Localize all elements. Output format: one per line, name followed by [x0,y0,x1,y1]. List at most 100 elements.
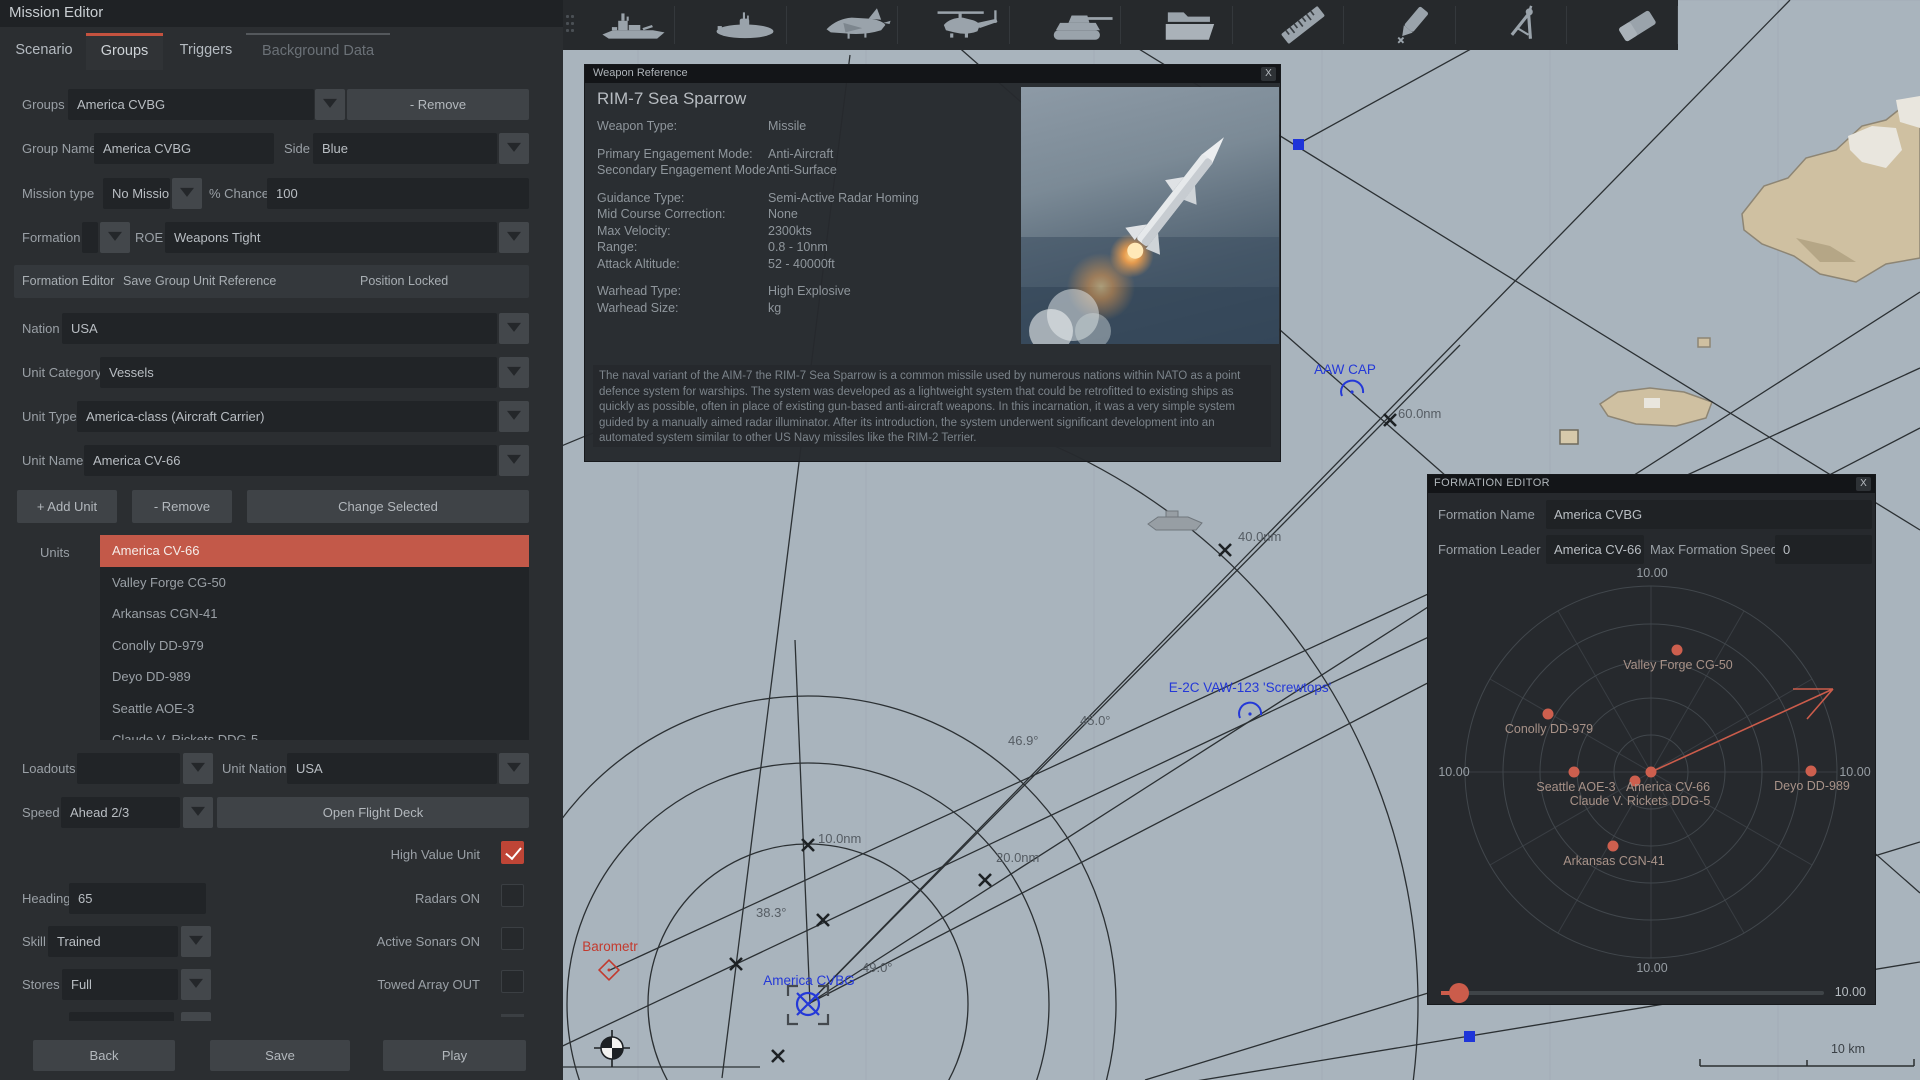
add-unit-button[interactable]: + Add Unit [17,490,117,523]
unit-category-select[interactable]: Vessels [100,357,497,388]
open-flight-deck-button[interactable]: Open Flight Deck [217,797,529,828]
unit-row[interactable]: Deyo DD-989 [100,661,529,693]
side-select[interactable]: Blue [313,133,497,164]
draw-tool-button[interactable] [1359,0,1470,50]
add-aircraft-button[interactable] [801,0,912,50]
mission-type-select[interactable]: No Mission [103,178,170,209]
unit-nation-label: Unit Nation [222,761,287,776]
skill-label: Skill [22,934,46,949]
tab-groups[interactable]: Groups [86,33,163,70]
towed-array-checkbox[interactable] [501,970,524,993]
weapon-photo [1021,87,1279,344]
unit-category-dropdown-button[interactable] [499,357,529,388]
formation-chart[interactable]: 10.00 10.00 10.00 10.00 Valley Forge CG-… [1428,475,1877,1006]
cvbg-contact-icon[interactable] [786,984,830,1026]
change-selected-button[interactable]: Change Selected [247,490,529,523]
roe-dropdown-button[interactable] [499,222,529,253]
save-group-button[interactable]: Save Group [123,265,190,298]
open-scenario-button[interactable] [1135,0,1246,50]
station-dot [1542,708,1554,720]
roe-select[interactable]: Weapons Tight [165,222,497,253]
unit-row[interactable]: Conolly DD-979 [100,630,529,662]
measure-tool-button[interactable] [1247,0,1358,50]
weapon-spec-table: Weapon Type: Missile Primary Engagement M… [597,119,1017,317]
add-helicopter-button[interactable] [912,0,1023,50]
group-name-field[interactable]: America CVBG [94,133,274,164]
side-dropdown-button[interactable] [499,133,529,164]
blue-contact-square-north[interactable] [1293,139,1304,150]
spec-label: Guidance Type: [597,190,685,205]
station-dot [1671,644,1683,656]
unit-row[interactable]: Valley Forge CG-50 [100,567,529,599]
active-sonars-checkbox[interactable] [501,927,524,950]
loadouts-select[interactable] [77,753,180,784]
unit-reference-button[interactable]: Unit Reference [193,265,276,298]
unit-nation-dropdown-button[interactable] [499,753,529,784]
nation-select[interactable]: USA [62,313,497,344]
barometr-contact-icon[interactable] [597,958,621,982]
spec-value: Anti-Aircraft [768,146,834,161]
unit-nation-select[interactable]: USA [287,753,497,784]
range-label-10nm: 10.0nm [818,831,861,846]
stores-select[interactable]: Full [62,969,178,1000]
spec-label: Mid Course Correction: [597,207,726,221]
cvbg-label: America CVBG [763,973,855,988]
add-warship-button[interactable] [578,0,689,50]
weapon-popup-titlebar[interactable]: Weapon Reference X [585,65,1280,83]
formation-label: Formation [22,230,81,245]
unit-row[interactable]: Seattle AOE-3 [100,693,529,725]
speed-dropdown-button[interactable] [183,797,213,828]
slider-value: 10.00 [1834,985,1866,999]
aircraft-icon [826,8,891,39]
tab-background-data[interactable]: Background Data [246,33,390,69]
skill-dropdown-button[interactable] [181,926,211,957]
unit-type-select[interactable]: America-class (Aircraft Carrier) [77,401,497,432]
speed-select[interactable]: Ahead 2/3 [61,797,180,828]
unit-row[interactable]: Claude V. Rickets DDG-5 [100,724,529,740]
station-dot [1568,766,1580,778]
chance-field[interactable]: 100 [267,178,529,209]
formation-select[interactable] [82,222,98,253]
heading-field[interactable]: 65 [69,883,206,914]
station-label: Deyo DD-989 [1774,779,1850,793]
tab-scenario[interactable]: Scenario [6,33,82,67]
mission-type-dropdown-button[interactable] [172,178,202,209]
close-icon[interactable]: X [1261,67,1276,81]
radars-checkbox[interactable] [501,884,524,907]
unit-type-dropdown-button[interactable] [499,401,529,432]
position-locked-toggle[interactable]: Position Locked [360,265,448,298]
add-submarine-button[interactable] [689,0,800,50]
play-button[interactable]: Play [383,1040,526,1071]
remove-unit-button[interactable]: - Remove [132,490,232,523]
formation-editor-button[interactable]: Formation Editor [22,265,114,298]
high-value-unit-checkbox[interactable] [501,841,524,864]
add-tank-button[interactable] [1024,0,1135,50]
save-button[interactable]: Save [210,1040,350,1071]
blue-contact-square-south[interactable] [1464,1031,1475,1042]
groups-select[interactable]: America CVBG [68,89,314,120]
toolbar-drag-handle[interactable] [566,15,576,35]
plot-course-button[interactable] [1470,0,1581,50]
groups-dropdown-button[interactable] [315,89,345,120]
formation-dropdown-button[interactable] [100,222,130,253]
slider-knob[interactable] [1449,983,1469,1003]
loadouts-dropdown-button[interactable] [183,753,213,784]
unit-name-dropdown-button[interactable] [499,445,529,476]
back-button[interactable]: Back [33,1040,175,1071]
groups-label: Groups [22,97,65,112]
formation-spacing-slider[interactable] [1441,991,1824,995]
tab-triggers[interactable]: Triggers [170,33,242,67]
unit-name-select[interactable]: America CV-66 [84,445,497,476]
skill-select[interactable]: Trained [48,926,178,957]
reference-point-icon[interactable] [594,1030,630,1067]
station-dot [1607,840,1619,852]
remove-group-button[interactable]: - Remove [347,89,529,120]
unit-row-selected[interactable]: America CV-66 [100,535,529,567]
nation-dropdown-button[interactable] [499,313,529,344]
range-label-60nm: 60.0nm [1398,406,1441,421]
spec-label: Primary Engagement Mode: [597,146,753,161]
stores-dropdown-button[interactable] [181,969,211,1000]
unit-row[interactable]: Arkansas CGN-41 [100,598,529,630]
weapon-description: The naval variant of the AIM-7 the RIM-7… [593,365,1271,447]
neutral-ship-icon[interactable] [1147,510,1203,531]
